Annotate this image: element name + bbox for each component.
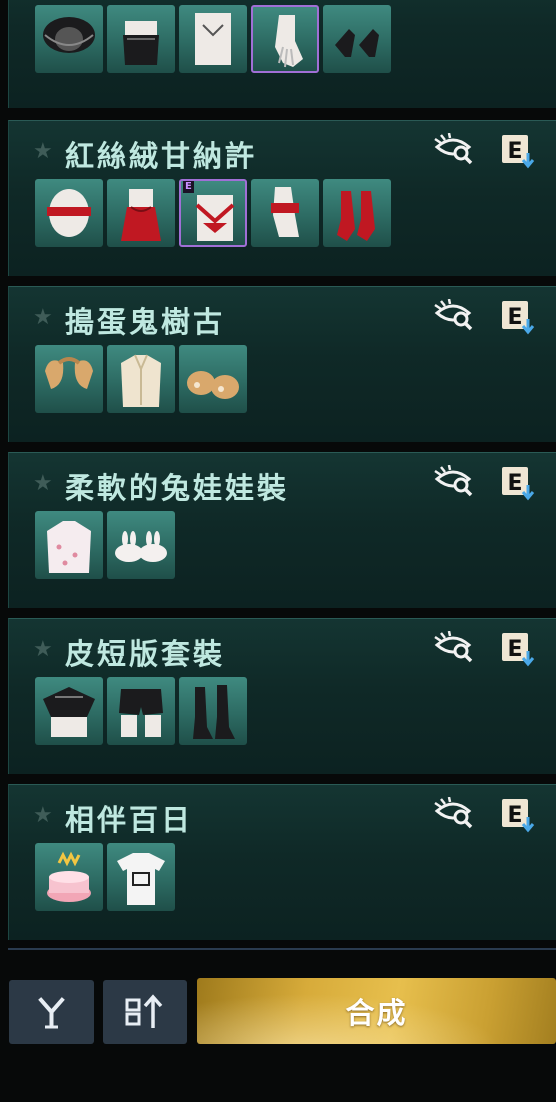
white-glove-item[interactable] (251, 5, 319, 73)
outfit-set-panel (8, 0, 556, 108)
svg-text:E: E (507, 305, 522, 330)
equip-e-icon: E (502, 135, 535, 169)
item-thumbnail (45, 357, 93, 389)
equipped-badge: E (183, 181, 194, 193)
outfit-set-panel: ★ 相伴百日 E (8, 784, 556, 940)
craft-button[interactable]: 合成 (197, 978, 556, 1044)
sort-button[interactable] (103, 980, 187, 1044)
white-bodysuit-item[interactable] (179, 5, 247, 73)
eye-search-icon (434, 132, 473, 165)
set-title: 柔軟的兔娃娃裝 (65, 471, 290, 505)
svg-text:E: E (507, 637, 522, 662)
black-lace-top-item[interactable] (107, 5, 175, 73)
favorite-star-icon[interactable]: ★ (33, 473, 53, 495)
equip-e-icon: E (502, 467, 535, 501)
item-thumbnail (43, 687, 95, 737)
red-cuff-item[interactable] (251, 179, 319, 247)
equip-e-icon: E (502, 301, 535, 335)
white-tshirt-item[interactable] (107, 843, 175, 911)
preview-eye-button[interactable] (433, 298, 475, 333)
leather-shorts-item[interactable] (107, 677, 175, 745)
cream-shirt-item[interactable] (107, 345, 175, 413)
set-title: 紅絲絨甘納許 (65, 139, 258, 173)
preview-eye-button[interactable] (433, 630, 475, 665)
outfit-set-panel: ★ 柔軟的兔娃娃裝 E (8, 452, 556, 608)
preview-eye-button[interactable] (433, 464, 475, 499)
item-thumbnail (47, 521, 91, 573)
leather-boots-item[interactable] (179, 677, 247, 745)
item-thumbnail (193, 685, 235, 739)
svg-text:E: E (507, 803, 522, 828)
equip-button[interactable]: E (500, 465, 536, 501)
equip-button[interactable]: E (500, 797, 536, 833)
outfit-set-panel: ★ 皮短版套裝 E (8, 618, 556, 774)
item-thumbnail (195, 13, 231, 65)
equip-e-icon: E (502, 799, 535, 833)
item-thumbnail (187, 371, 239, 399)
filter-button[interactable] (9, 980, 94, 1044)
outfit-set-panel: ★ 紅絲絨甘納許 E E (8, 120, 556, 276)
eye-search-icon (434, 796, 473, 829)
sort-icon (125, 994, 163, 1028)
eye-search-icon (434, 298, 473, 331)
item-thumbnail (337, 191, 375, 241)
item-thumbnail (121, 189, 161, 241)
item-thumbnail (115, 531, 167, 562)
equip-e-icon: E (502, 633, 535, 667)
equip-button[interactable]: E (500, 631, 536, 667)
red-blindfold-item[interactable] (35, 179, 103, 247)
red-lingerie-item[interactable]: E (179, 179, 247, 247)
item-thumbnail (123, 21, 159, 65)
item-thumbnail (43, 17, 95, 53)
item-thumbnail (47, 851, 91, 902)
item-thumbnail (119, 689, 163, 737)
set-title: 相伴百日 (65, 803, 194, 837)
craft-button-label: 合成 (345, 996, 408, 1030)
preview-eye-button[interactable] (433, 796, 475, 831)
set-title: 皮短版套裝 (65, 637, 226, 671)
black-heels-item[interactable] (323, 5, 391, 73)
favorite-star-icon[interactable]: ★ (33, 639, 53, 661)
item-thumbnail (117, 853, 165, 905)
svg-text:E: E (507, 471, 522, 496)
birthday-cake-item[interactable] (35, 843, 103, 911)
paw-slippers-item[interactable] (179, 345, 247, 413)
red-dress-item[interactable] (107, 179, 175, 247)
bunny-hoodie-item[interactable] (35, 511, 103, 579)
eye-search-icon (434, 464, 473, 497)
item-thumbnail (275, 15, 303, 68)
item-thumbnail (121, 354, 161, 407)
list-divider (8, 948, 556, 950)
red-boots-item[interactable] (323, 179, 391, 247)
filter-y-icon (38, 997, 65, 1029)
item-thumbnail (47, 189, 91, 237)
outfit-set-list[interactable]: ★ 紅絲絨甘納許 E E ★ 搗蛋鬼樹古 E ★ 柔軟的兔娃娃裝 E ★ 皮短版套裝 E ★ 相伴百日 E (0, 0, 556, 962)
equip-button[interactable]: E (500, 133, 536, 169)
item-thumbnail (335, 29, 379, 57)
outfit-set-panel: ★ 搗蛋鬼樹古 E (8, 286, 556, 442)
eye-search-icon (434, 630, 473, 663)
lace-veil-item[interactable] (35, 5, 103, 73)
favorite-star-icon[interactable]: ★ (33, 805, 53, 827)
leather-crop-top-item[interactable] (35, 677, 103, 745)
svg-text:E: E (507, 139, 522, 164)
outfit-set-screen: ★ 紅絲絨甘納許 E E ★ 搗蛋鬼樹古 E ★ 柔軟的兔娃娃裝 E ★ 皮短版套裝 E ★ 相伴百日 E 合… (0, 0, 556, 1102)
equip-button[interactable]: E (500, 299, 536, 335)
preview-eye-button[interactable] (433, 132, 475, 167)
favorite-star-icon[interactable]: ★ (33, 307, 53, 329)
item-thumbnail (271, 187, 299, 237)
set-title: 搗蛋鬼樹古 (65, 305, 226, 339)
favorite-star-icon[interactable]: ★ (33, 141, 53, 163)
bottom-action-bar: 合成 (0, 962, 556, 1102)
puppy-ears-item[interactable] (35, 345, 103, 413)
bunny-slippers-item[interactable] (107, 511, 175, 579)
